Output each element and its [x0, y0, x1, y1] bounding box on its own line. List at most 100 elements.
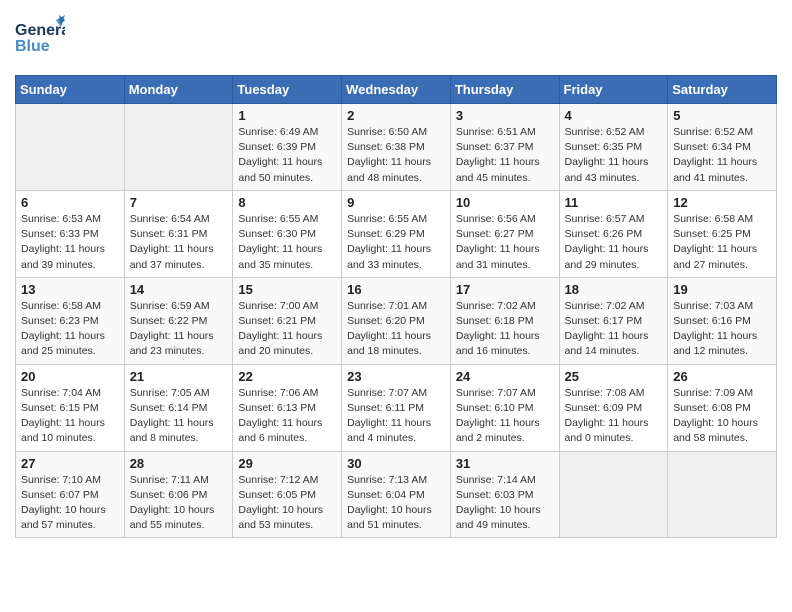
- day-info: Sunrise: 6:52 AMSunset: 6:34 PMDaylight:…: [673, 125, 771, 186]
- calendar-cell: [124, 104, 233, 191]
- day-number: 30: [347, 456, 445, 471]
- calendar-cell: 18Sunrise: 7:02 AMSunset: 6:17 PMDayligh…: [559, 277, 668, 364]
- day-info: Sunrise: 7:08 AMSunset: 6:09 PMDaylight:…: [565, 386, 663, 447]
- weekday-header-wednesday: Wednesday: [342, 76, 451, 104]
- calendar-cell: 22 Sunrise: 7:06 AMSunset: 6:13 PMDayligh…: [233, 364, 342, 451]
- day-number: 4: [565, 108, 663, 123]
- calendar-cell: 16 Sunrise: 7:01 AMSunset: 6:20 PMDayligh…: [342, 277, 451, 364]
- day-number: 17: [456, 282, 554, 297]
- day-number: 22: [238, 369, 336, 384]
- day-number: 21: [130, 369, 228, 384]
- day-number: 13: [21, 282, 119, 297]
- day-info: Sunrise: 7:01 AMSunset: 6:20 PMDaylight:…: [347, 299, 445, 360]
- calendar-cell: 8Sunrise: 6:55 AMSunset: 6:30 PMDaylight…: [233, 190, 342, 277]
- calendar-cell: 31 Sunrise: 7:14 AMSunset: 6:03 PMDayligh…: [450, 451, 559, 538]
- day-number: 25: [565, 369, 663, 384]
- calendar-cell: 28 Sunrise: 7:11 AMSunset: 6:06 PMDayligh…: [124, 451, 233, 538]
- calendar-body: 1 Sunrise: 6:49 AMSunset: 6:39 PMDaylight…: [16, 104, 777, 538]
- calendar-cell: 9Sunrise: 6:55 AMSunset: 6:29 PMDaylight…: [342, 190, 451, 277]
- day-number: 3: [456, 108, 554, 123]
- day-info: Sunrise: 6:50 AMSunset: 6:38 PMDaylight:…: [347, 125, 445, 186]
- day-number: 28: [130, 456, 228, 471]
- day-number: 9: [347, 195, 445, 210]
- weekday-header-sunday: Sunday: [16, 76, 125, 104]
- calendar-cell: 7 Sunrise: 6:54 AMSunset: 6:31 PMDaylight…: [124, 190, 233, 277]
- day-info: Sunrise: 7:06 AMSunset: 6:13 PMDaylight:…: [238, 386, 336, 447]
- day-number: 23: [347, 369, 445, 384]
- calendar-cell: 26 Sunrise: 7:09 AMSunset: 6:08 PMDayligh…: [668, 364, 777, 451]
- weekday-header-saturday: Saturday: [668, 76, 777, 104]
- calendar-cell: [668, 451, 777, 538]
- day-info: Sunrise: 7:11 AMSunset: 6:06 PMDaylight:…: [130, 473, 228, 534]
- day-info: Sunrise: 6:58 AMSunset: 6:23 PMDaylight:…: [21, 299, 119, 360]
- weekday-header-row: SundayMondayTuesdayWednesdayThursdayFrid…: [16, 76, 777, 104]
- calendar-header: SundayMondayTuesdayWednesdayThursdayFrid…: [16, 76, 777, 104]
- day-number: 5: [673, 108, 771, 123]
- calendar-cell: 23 Sunrise: 7:07 AMSunset: 6:11 PMDayligh…: [342, 364, 451, 451]
- calendar-cell: 30 Sunrise: 7:13 AMSunset: 6:04 PMDayligh…: [342, 451, 451, 538]
- day-info: Sunrise: 7:07 AMSunset: 6:11 PMDaylight:…: [347, 386, 445, 447]
- day-number: 27: [21, 456, 119, 471]
- day-info: Sunrise: 6:49 AMSunset: 6:39 PMDaylight:…: [238, 125, 336, 186]
- day-info: Sunrise: 7:09 AMSunset: 6:08 PMDaylight:…: [673, 386, 771, 447]
- weekday-header-monday: Monday: [124, 76, 233, 104]
- day-number: 16: [347, 282, 445, 297]
- day-info: Sunrise: 7:04 AMSunset: 6:15 PMDaylight:…: [21, 386, 119, 447]
- day-info: Sunrise: 6:58 AMSunset: 6:25 PMDaylight:…: [673, 212, 771, 273]
- day-number: 7: [130, 195, 228, 210]
- day-info: Sunrise: 7:14 AMSunset: 6:03 PMDaylight:…: [456, 473, 554, 534]
- day-number: 10: [456, 195, 554, 210]
- calendar-cell: 21Sunrise: 7:05 AMSunset: 6:14 PMDayligh…: [124, 364, 233, 451]
- day-info: Sunrise: 6:53 AMSunset: 6:33 PMDaylight:…: [21, 212, 119, 273]
- day-number: 24: [456, 369, 554, 384]
- day-info: Sunrise: 6:52 AMSunset: 6:35 PMDaylight:…: [565, 125, 663, 186]
- day-number: 14: [130, 282, 228, 297]
- day-info: Sunrise: 6:57 AMSunset: 6:26 PMDaylight:…: [565, 212, 663, 273]
- day-number: 26: [673, 369, 771, 384]
- calendar-cell: [16, 104, 125, 191]
- weekday-header-thursday: Thursday: [450, 76, 559, 104]
- logo-svg: General Blue: [15, 15, 65, 60]
- calendar-cell: 4 Sunrise: 6:52 AMSunset: 6:35 PMDaylight…: [559, 104, 668, 191]
- day-number: 19: [673, 282, 771, 297]
- day-info: Sunrise: 7:07 AMSunset: 6:10 PMDaylight:…: [456, 386, 554, 447]
- day-info: Sunrise: 6:59 AMSunset: 6:22 PMDaylight:…: [130, 299, 228, 360]
- calendar-cell: 24 Sunrise: 7:07 AMSunset: 6:10 PMDayligh…: [450, 364, 559, 451]
- day-number: 29: [238, 456, 336, 471]
- calendar-cell: 1 Sunrise: 6:49 AMSunset: 6:39 PMDaylight…: [233, 104, 342, 191]
- calendar-cell: 14 Sunrise: 6:59 AMSunset: 6:22 PMDayligh…: [124, 277, 233, 364]
- day-number: 1: [238, 108, 336, 123]
- svg-text:General: General: [15, 22, 65, 39]
- calendar-cell: 13 Sunrise: 6:58 AMSunset: 6:23 PMDayligh…: [16, 277, 125, 364]
- weekday-header-tuesday: Tuesday: [233, 76, 342, 104]
- day-info: Sunrise: 6:55 AMSunset: 6:30 PMDaylight:…: [238, 212, 336, 273]
- calendar-cell: [559, 451, 668, 538]
- calendar-cell: 5 Sunrise: 6:52 AMSunset: 6:34 PMDaylight…: [668, 104, 777, 191]
- day-number: 18: [565, 282, 663, 297]
- calendar-cell: 3 Sunrise: 6:51 AMSunset: 6:37 PMDaylight…: [450, 104, 559, 191]
- calendar-cell: 10 Sunrise: 6:56 AMSunset: 6:27 PMDayligh…: [450, 190, 559, 277]
- day-number: 6: [21, 195, 119, 210]
- calendar-cell: 19 Sunrise: 7:03 AMSunset: 6:16 PMDayligh…: [668, 277, 777, 364]
- calendar-week-5: 27Sunrise: 7:10 AMSunset: 6:07 PMDayligh…: [16, 451, 777, 538]
- day-number: 31: [456, 456, 554, 471]
- calendar-week-2: 6 Sunrise: 6:53 AMSunset: 6:33 PMDaylight…: [16, 190, 777, 277]
- weekday-header-friday: Friday: [559, 76, 668, 104]
- calendar-cell: 29 Sunrise: 7:12 AMSunset: 6:05 PMDayligh…: [233, 451, 342, 538]
- day-info: Sunrise: 6:51 AMSunset: 6:37 PMDaylight:…: [456, 125, 554, 186]
- calendar-cell: 12Sunrise: 6:58 AMSunset: 6:25 PMDayligh…: [668, 190, 777, 277]
- calendar-week-3: 13 Sunrise: 6:58 AMSunset: 6:23 PMDayligh…: [16, 277, 777, 364]
- day-number: 15: [238, 282, 336, 297]
- day-info: Sunrise: 6:54 AMSunset: 6:31 PMDaylight:…: [130, 212, 228, 273]
- calendar-cell: 15 Sunrise: 7:00 AMSunset: 6:21 PMDayligh…: [233, 277, 342, 364]
- calendar-cell: 27Sunrise: 7:10 AMSunset: 6:07 PMDayligh…: [16, 451, 125, 538]
- calendar-table: SundayMondayTuesdayWednesdayThursdayFrid…: [15, 75, 777, 538]
- day-info: Sunrise: 7:00 AMSunset: 6:21 PMDaylight:…: [238, 299, 336, 360]
- day-number: 20: [21, 369, 119, 384]
- calendar-week-1: 1 Sunrise: 6:49 AMSunset: 6:39 PMDaylight…: [16, 104, 777, 191]
- day-info: Sunrise: 7:03 AMSunset: 6:16 PMDaylight:…: [673, 299, 771, 360]
- day-info: Sunrise: 7:12 AMSunset: 6:05 PMDaylight:…: [238, 473, 336, 534]
- day-info: Sunrise: 6:56 AMSunset: 6:27 PMDaylight:…: [456, 212, 554, 273]
- day-info: Sunrise: 7:13 AMSunset: 6:04 PMDaylight:…: [347, 473, 445, 534]
- calendar-cell: 2Sunrise: 6:50 AMSunset: 6:38 PMDaylight…: [342, 104, 451, 191]
